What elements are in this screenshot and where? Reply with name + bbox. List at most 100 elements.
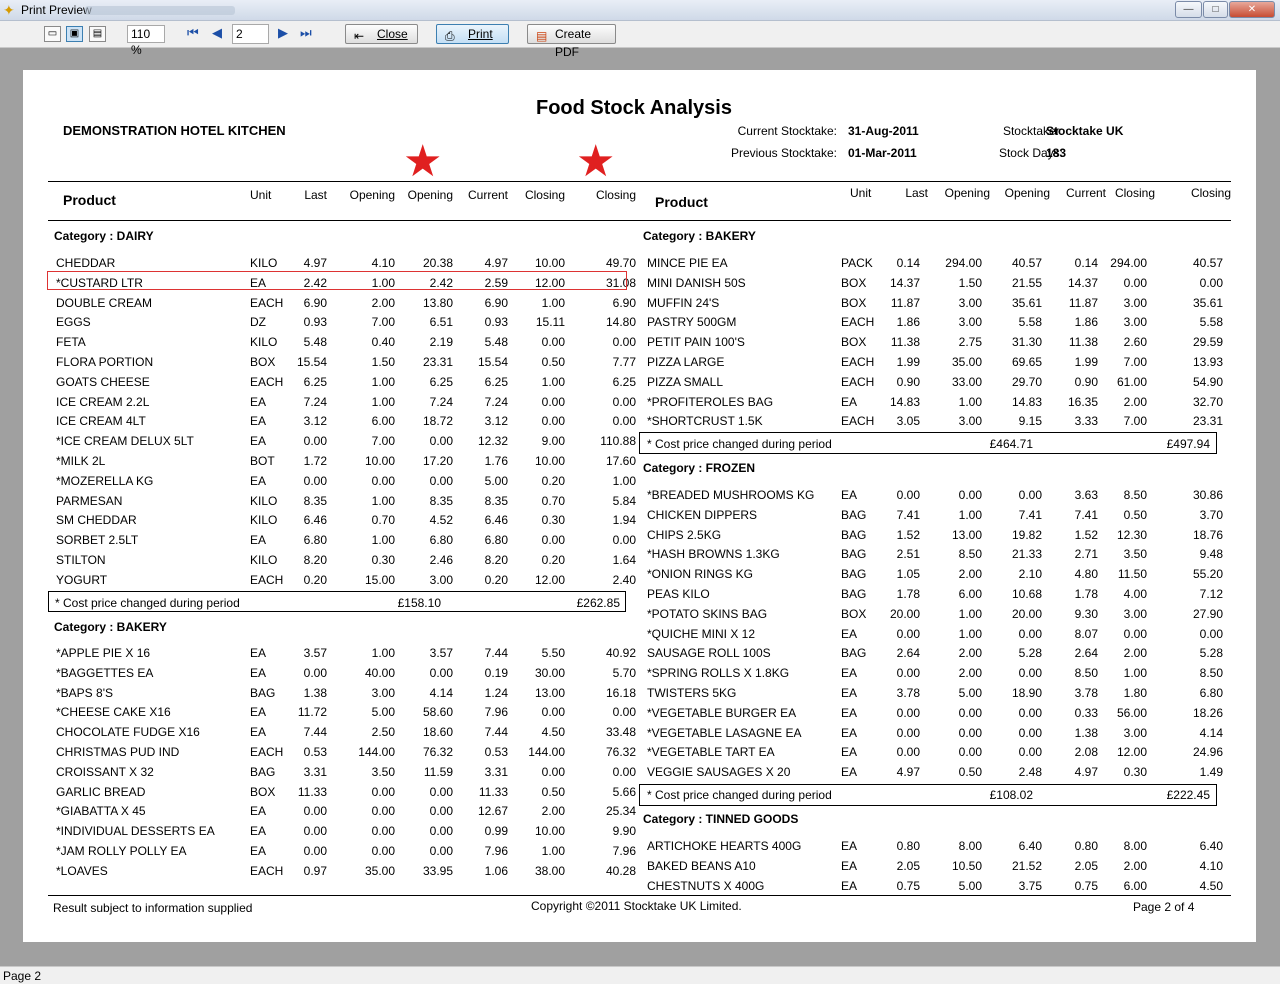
left-row-cell: 0.00 — [541, 533, 565, 548]
right-row-cell: 8.00 — [1123, 839, 1147, 853]
right-row-cell: 23.31 — [1192, 414, 1223, 429]
right-bakery-total-opening: £464.71 — [989, 437, 1033, 451]
right-row-cell: 14.37 — [889, 275, 920, 290]
right-row-cell: 1.78 — [896, 587, 920, 601]
right-row-cell: 7.12 — [1199, 587, 1223, 601]
left-row-product: STILTON — [56, 553, 106, 567]
right-row-cell: 1.49 — [1199, 765, 1223, 780]
first-page-icon[interactable]: ⏮ — [187, 25, 199, 41]
column-rule — [48, 220, 1231, 221]
left-row-cell: 0.00 — [612, 414, 636, 429]
left-row-product: GOATS CHEESE — [56, 374, 150, 389]
right-row-cell: 3.00 — [1123, 295, 1147, 310]
report-page: Food Stock Analysis DEMONSTRATION HOTEL K… — [23, 70, 1256, 942]
zoom-field[interactable]: 110 % — [127, 25, 165, 57]
maximize-button[interactable]: □ — [1203, 1, 1228, 18]
right-row-cell: 12.30 — [1116, 527, 1147, 542]
left-row-cell: 15.11 — [535, 315, 565, 330]
left-row-cell: 8.20 — [303, 553, 327, 567]
left-row-product: *APPLE PIE X 16 — [56, 646, 151, 660]
right-col-closing1: Closing — [1114, 186, 1155, 200]
right-bakery-total-note: * Cost price changed during period — [647, 437, 832, 451]
right-col-closing2: Closing — [1190, 186, 1231, 200]
kitchen-name: DEMONSTRATION HOTEL KITCHEN — [63, 123, 286, 138]
left-row-product: SM CHEDDAR — [56, 513, 137, 528]
left-row-product: *GIABATTA X 45 — [56, 804, 146, 819]
left-row-cell: 0.00 — [303, 824, 327, 839]
left-row-product: SORBET 2.5LT — [56, 533, 139, 548]
right-frozen-total-opening: £108.02 — [989, 788, 1033, 802]
left-row-cell: 0.97 — [303, 863, 327, 878]
left-row-cell: 0.30 — [541, 513, 565, 528]
right-row-cell: 3.00 — [1123, 315, 1147, 330]
app-icon: ✦ — [3, 2, 15, 18]
left-row-cell: 0.00 — [541, 764, 565, 779]
close-window-button[interactable]: ✕ — [1229, 1, 1275, 18]
left-row-cell: 0.50 — [541, 355, 565, 369]
left-row-cell: 1.00 — [541, 295, 565, 310]
left-row-product: *BAPS 8'S — [56, 685, 113, 700]
right-row-product: CHICKEN DIPPERS — [647, 507, 758, 522]
left-row-product: *LOAVES — [56, 863, 108, 878]
right-row-cell: 0.90 — [896, 374, 920, 389]
left-row-cell: 3.57 — [303, 646, 327, 660]
page-number-input[interactable]: 2 — [232, 24, 269, 44]
stock-days-value: 183 — [1046, 146, 1067, 160]
right-row-cell: 0.00 — [896, 626, 920, 641]
right-row-cell: 2.60 — [1123, 335, 1147, 350]
right-row-cell: 9.48 — [1199, 547, 1223, 562]
next-page-icon[interactable]: ▶ — [278, 25, 288, 41]
left-row-cell: 11.72 — [297, 705, 327, 720]
right-row-product: MUFFIN 24'S — [647, 295, 720, 310]
right-row-cell: 4.50 — [1199, 878, 1223, 893]
previous-page-icon[interactable]: ◀ — [212, 25, 222, 41]
right-row-cell: 24.96 — [1192, 745, 1223, 760]
right-row-product: *SPRING ROLLS X 1.8KG — [647, 666, 790, 681]
right-row-cell: 35.61 — [1192, 295, 1223, 310]
left-row-product: CHOCOLATE FUDGE X16 — [56, 725, 200, 740]
left-row-cell: 76.32 — [605, 745, 636, 759]
right-row-product: BAKED BEANS A10 — [647, 858, 756, 873]
left-row-cell: 1.94 — [612, 513, 636, 528]
left-row-cell: 0.00 — [303, 844, 327, 858]
right-row-product: CHIPS 2.5KG — [647, 527, 722, 542]
left-row-cell: 0.00 — [303, 665, 327, 680]
create-pdf-button[interactable]: ▤ Create PDF — [527, 24, 616, 59]
left-col-product: Product — [63, 192, 116, 208]
left-row-cell: 30.00 — [534, 665, 565, 680]
left-row-product: *BAGGETTES EA — [56, 665, 154, 680]
right-row-cell: 29.59 — [1192, 335, 1223, 350]
left-row-cell: 5.84 — [612, 493, 636, 508]
left-row-cell: 9.00 — [541, 434, 565, 449]
right-row-cell: 55.20 — [1192, 567, 1223, 582]
left-row-cell: 10.00 — [534, 824, 565, 839]
close-button[interactable]: ⇤ Close — [345, 24, 418, 44]
current-stocktake-label: Current Stocktake: — [737, 124, 837, 138]
last-page-icon[interactable]: ⏭ — [300, 25, 312, 41]
right-row-cell: 61.00 — [1116, 374, 1147, 389]
print-button[interactable]: ⎙ Print — [436, 24, 509, 44]
left-row-cell: 25.34 — [605, 804, 636, 819]
left-row-cell: 0.00 — [541, 394, 565, 409]
right-row-cell: 4.97 — [896, 765, 920, 780]
window-title: Print Preview — [21, 3, 92, 17]
right-row-cell: 0.80 — [896, 839, 920, 853]
full-page-view-icon[interactable]: ▣ — [66, 26, 83, 42]
right-row-cell: 2.00 — [1123, 646, 1147, 661]
stocktaker-value: Stocktake UK — [1046, 124, 1124, 138]
left-row-cell: 0.00 — [541, 414, 565, 429]
multi-page-view-icon[interactable]: ▤ — [89, 26, 106, 42]
left-row-cell: 3.31 — [303, 764, 327, 779]
left-row-cell: 5.50 — [541, 646, 565, 660]
right-category-frozen: Category : FROZEN — [643, 461, 756, 475]
single-page-view-icon[interactable]: ▭ — [44, 26, 61, 42]
right-row-product: ARTICHOKE HEARTS 400G — [647, 839, 802, 853]
left-row-product: FETA — [56, 335, 86, 350]
left-row-cell: 4.97 — [303, 256, 327, 270]
right-row-product: *VEGETABLE TART EA — [647, 745, 775, 760]
right-row-cell: 7.00 — [1123, 355, 1147, 369]
right-row-product: MINI DANISH 50S — [647, 275, 746, 290]
right-row-cell: 0.50 — [1123, 507, 1147, 522]
minimize-button[interactable]: — — [1175, 1, 1202, 18]
right-row-cell: 3.05 — [896, 414, 920, 429]
